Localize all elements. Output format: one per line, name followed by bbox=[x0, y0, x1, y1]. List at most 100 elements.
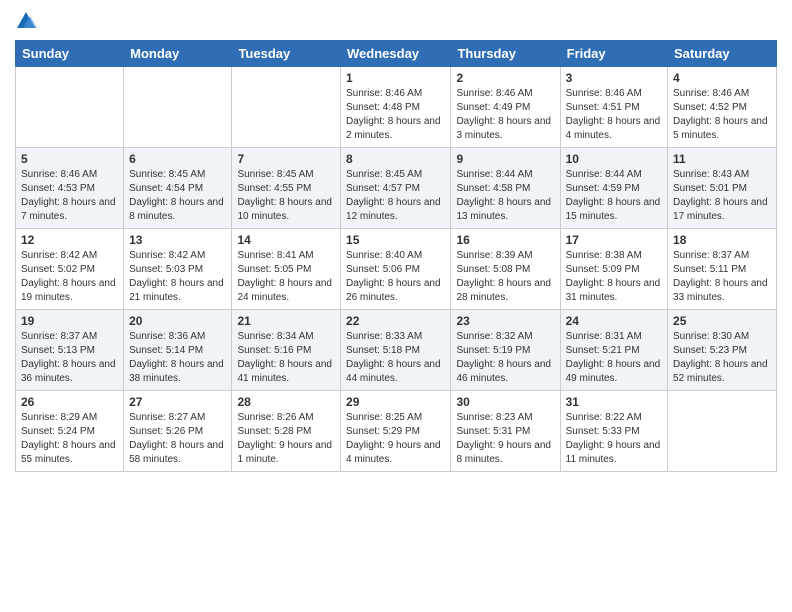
weekday-header-sunday: Sunday bbox=[16, 41, 124, 67]
calendar-cell: 23 Sunrise: 8:32 AM Sunset: 5:19 PM Dayli… bbox=[451, 310, 560, 391]
day-info: Sunrise: 8:37 AM Sunset: 5:13 PM Dayligh… bbox=[21, 330, 118, 386]
calendar-cell: 25Sunrise: 8:30 AM Sunset: 5:23 PM Dayli… bbox=[668, 310, 777, 391]
day-number: 3 bbox=[566, 71, 662, 85]
calendar-cell: 29 Sunrise: 8:25 AM Sunset: 5:29 PM Dayli… bbox=[341, 391, 451, 472]
calendar-cell: 12 Sunrise: 8:42 AM Sunset: 5:02 PM Dayli… bbox=[16, 229, 124, 310]
calendar-week-1: 1 Sunrise: 8:46 AM Sunset: 4:48 PM Daylig… bbox=[16, 67, 777, 148]
calendar-table: SundayMondayTuesdayWednesdayThursdayFrid… bbox=[15, 40, 777, 472]
day-info: Sunrise: 8:31 AM Sunset: 5:21 PM Dayligh… bbox=[566, 330, 662, 386]
calendar-cell: 5 Sunrise: 8:46 AM Sunset: 4:53 PM Daylig… bbox=[16, 148, 124, 229]
day-info: Sunrise: 8:46 AM Sunset: 4:49 PM Dayligh… bbox=[456, 87, 554, 143]
calendar-cell: 21 Sunrise: 8:34 AM Sunset: 5:16 PM Dayli… bbox=[232, 310, 341, 391]
calendar-cell: 2 Sunrise: 8:46 AM Sunset: 4:49 PM Daylig… bbox=[451, 67, 560, 148]
day-number: 27 bbox=[129, 395, 226, 409]
day-number: 18 bbox=[673, 233, 771, 247]
day-info: Sunrise: 8:44 AM Sunset: 4:58 PM Dayligh… bbox=[456, 168, 554, 224]
calendar-cell: 7 Sunrise: 8:45 AM Sunset: 4:55 PM Daylig… bbox=[232, 148, 341, 229]
day-number: 20 bbox=[129, 314, 226, 328]
calendar-cell: 11 Sunrise: 8:43 AM Sunset: 5:01 PM Dayli… bbox=[668, 148, 777, 229]
day-info: Sunrise: 8:25 AM Sunset: 5:29 PM Dayligh… bbox=[346, 411, 445, 467]
day-number: 15 bbox=[346, 233, 445, 247]
day-number: 22 bbox=[346, 314, 445, 328]
calendar-body: 1 Sunrise: 8:46 AM Sunset: 4:48 PM Daylig… bbox=[16, 67, 777, 472]
calendar-cell: 20Sunrise: 8:36 AM Sunset: 5:14 PM Dayli… bbox=[124, 310, 232, 391]
calendar-week-2: 5 Sunrise: 8:46 AM Sunset: 4:53 PM Daylig… bbox=[16, 148, 777, 229]
day-info: Sunrise: 8:40 AM Sunset: 5:06 PM Dayligh… bbox=[346, 249, 445, 305]
calendar-cell: 10 Sunrise: 8:44 AM Sunset: 4:59 PM Dayli… bbox=[560, 148, 667, 229]
calendar-cell bbox=[232, 67, 341, 148]
day-number: 2 bbox=[456, 71, 554, 85]
day-number: 6 bbox=[129, 152, 226, 166]
day-info: Sunrise: 8:32 AM Sunset: 5:19 PM Dayligh… bbox=[456, 330, 554, 386]
day-info: Sunrise: 8:34 AM Sunset: 5:16 PM Dayligh… bbox=[237, 330, 335, 386]
day-info: Sunrise: 8:45 AM Sunset: 4:54 PM Dayligh… bbox=[129, 168, 226, 224]
calendar-cell: 13Sunrise: 8:42 AM Sunset: 5:03 PM Dayli… bbox=[124, 229, 232, 310]
day-info: Sunrise: 8:46 AM Sunset: 4:48 PM Dayligh… bbox=[346, 87, 445, 143]
calendar-cell bbox=[16, 67, 124, 148]
day-number: 5 bbox=[21, 152, 118, 166]
day-number: 23 bbox=[456, 314, 554, 328]
calendar-cell: 16Sunrise: 8:39 AM Sunset: 5:08 PM Dayli… bbox=[451, 229, 560, 310]
day-number: 17 bbox=[566, 233, 662, 247]
calendar-cell: 31 Sunrise: 8:22 AM Sunset: 5:33 PM Dayli… bbox=[560, 391, 667, 472]
calendar-week-4: 19 Sunrise: 8:37 AM Sunset: 5:13 PM Dayli… bbox=[16, 310, 777, 391]
day-number: 31 bbox=[566, 395, 662, 409]
calendar-cell: 8Sunrise: 8:45 AM Sunset: 4:57 PM Daylig… bbox=[341, 148, 451, 229]
day-info: Sunrise: 8:30 AM Sunset: 5:23 PM Dayligh… bbox=[673, 330, 771, 386]
day-number: 9 bbox=[456, 152, 554, 166]
header bbox=[15, 10, 777, 32]
calendar-cell: 30 Sunrise: 8:23 AM Sunset: 5:31 PM Dayli… bbox=[451, 391, 560, 472]
calendar-cell: 22 Sunrise: 8:33 AM Sunset: 5:18 PM Dayli… bbox=[341, 310, 451, 391]
day-number: 21 bbox=[237, 314, 335, 328]
day-info: Sunrise: 8:45 AM Sunset: 4:55 PM Dayligh… bbox=[237, 168, 335, 224]
calendar-cell: 3 Sunrise: 8:46 AM Sunset: 4:51 PM Daylig… bbox=[560, 67, 667, 148]
day-number: 7 bbox=[237, 152, 335, 166]
day-info: Sunrise: 8:42 AM Sunset: 5:02 PM Dayligh… bbox=[21, 249, 118, 305]
calendar-week-3: 12 Sunrise: 8:42 AM Sunset: 5:02 PM Dayli… bbox=[16, 229, 777, 310]
day-number: 1 bbox=[346, 71, 445, 85]
calendar-cell bbox=[668, 391, 777, 472]
day-info: Sunrise: 8:22 AM Sunset: 5:33 PM Dayligh… bbox=[566, 411, 662, 467]
calendar-cell: 18 Sunrise: 8:37 AM Sunset: 5:11 PM Dayli… bbox=[668, 229, 777, 310]
day-info: Sunrise: 8:37 AM Sunset: 5:11 PM Dayligh… bbox=[673, 249, 771, 305]
calendar-week-5: 26 Sunrise: 8:29 AM Sunset: 5:24 PM Dayli… bbox=[16, 391, 777, 472]
day-info: Sunrise: 8:46 AM Sunset: 4:52 PM Dayligh… bbox=[673, 87, 771, 143]
calendar-cell: 27 Sunrise: 8:27 AM Sunset: 5:26 PM Dayli… bbox=[124, 391, 232, 472]
day-number: 28 bbox=[237, 395, 335, 409]
day-number: 11 bbox=[673, 152, 771, 166]
day-info: Sunrise: 8:39 AM Sunset: 5:08 PM Dayligh… bbox=[456, 249, 554, 305]
day-number: 30 bbox=[456, 395, 554, 409]
day-info: Sunrise: 8:23 AM Sunset: 5:31 PM Dayligh… bbox=[456, 411, 554, 467]
calendar-cell: 28 Sunrise: 8:26 AM Sunset: 5:28 PM Dayli… bbox=[232, 391, 341, 472]
calendar-cell: 14Sunrise: 8:41 AM Sunset: 5:05 PM Dayli… bbox=[232, 229, 341, 310]
day-info: Sunrise: 8:29 AM Sunset: 5:24 PM Dayligh… bbox=[21, 411, 118, 467]
day-info: Sunrise: 8:41 AM Sunset: 5:05 PM Dayligh… bbox=[237, 249, 335, 305]
day-number: 12 bbox=[21, 233, 118, 247]
calendar-cell: 15 Sunrise: 8:40 AM Sunset: 5:06 PM Dayli… bbox=[341, 229, 451, 310]
day-info: Sunrise: 8:46 AM Sunset: 4:51 PM Dayligh… bbox=[566, 87, 662, 143]
day-number: 26 bbox=[21, 395, 118, 409]
logo-icon bbox=[15, 10, 37, 32]
day-number: 10 bbox=[566, 152, 662, 166]
calendar-cell: 4Sunrise: 8:46 AM Sunset: 4:52 PM Daylig… bbox=[668, 67, 777, 148]
day-info: Sunrise: 8:33 AM Sunset: 5:18 PM Dayligh… bbox=[346, 330, 445, 386]
weekday-header-wednesday: Wednesday bbox=[341, 41, 451, 67]
weekday-header-monday: Monday bbox=[124, 41, 232, 67]
day-info: Sunrise: 8:26 AM Sunset: 5:28 PM Dayligh… bbox=[237, 411, 335, 467]
day-info: Sunrise: 8:27 AM Sunset: 5:26 PM Dayligh… bbox=[129, 411, 226, 467]
weekday-header-friday: Friday bbox=[560, 41, 667, 67]
calendar-cell: 24Sunrise: 8:31 AM Sunset: 5:21 PM Dayli… bbox=[560, 310, 667, 391]
weekday-row: SundayMondayTuesdayWednesdayThursdayFrid… bbox=[16, 41, 777, 67]
day-number: 8 bbox=[346, 152, 445, 166]
calendar-cell: 6 Sunrise: 8:45 AM Sunset: 4:54 PM Daylig… bbox=[124, 148, 232, 229]
day-number: 19 bbox=[21, 314, 118, 328]
calendar-cell bbox=[124, 67, 232, 148]
calendar-cell: 9 Sunrise: 8:44 AM Sunset: 4:58 PM Daylig… bbox=[451, 148, 560, 229]
day-number: 29 bbox=[346, 395, 445, 409]
weekday-header-tuesday: Tuesday bbox=[232, 41, 341, 67]
day-info: Sunrise: 8:44 AM Sunset: 4:59 PM Dayligh… bbox=[566, 168, 662, 224]
day-info: Sunrise: 8:43 AM Sunset: 5:01 PM Dayligh… bbox=[673, 168, 771, 224]
day-info: Sunrise: 8:46 AM Sunset: 4:53 PM Dayligh… bbox=[21, 168, 118, 224]
page-container: SundayMondayTuesdayWednesdayThursdayFrid… bbox=[0, 0, 792, 477]
calendar-header: SundayMondayTuesdayWednesdayThursdayFrid… bbox=[16, 41, 777, 67]
